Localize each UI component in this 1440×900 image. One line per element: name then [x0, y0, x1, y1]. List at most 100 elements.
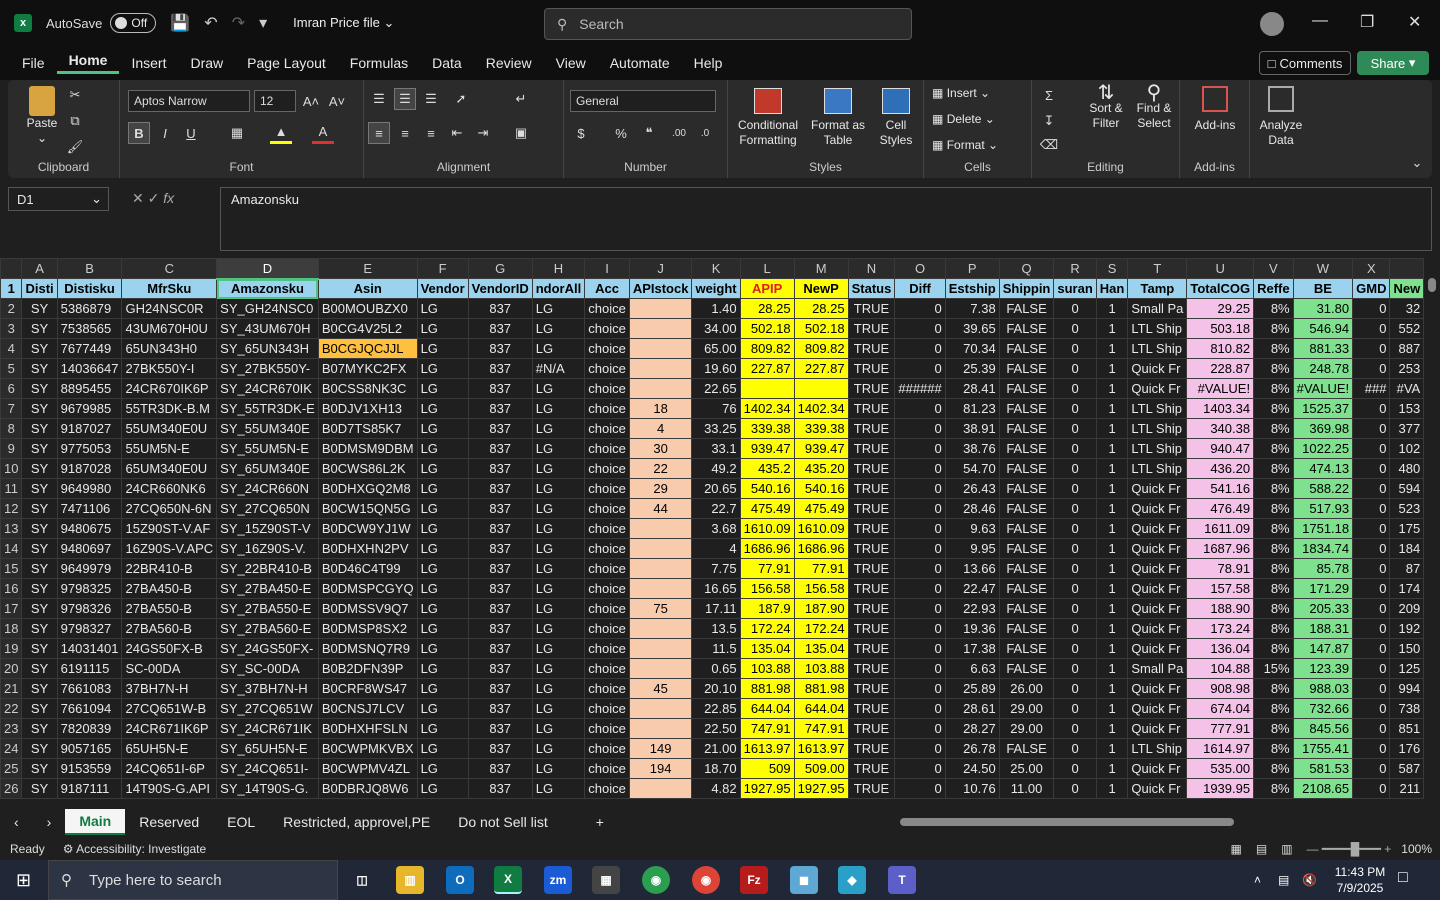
table-cell[interactable]: 192 — [1389, 618, 1424, 639]
row-header[interactable]: 9 — [0, 438, 23, 459]
table-cell[interactable]: 0 — [1053, 718, 1097, 739]
table-cell[interactable]: 8895455 — [56, 378, 123, 399]
table-cell[interactable]: 994 — [1389, 678, 1424, 699]
row-header[interactable]: 1 — [0, 278, 23, 299]
table-cell[interactable]: B0D7TS85K7 — [317, 418, 418, 439]
teams-icon[interactable]: T — [888, 866, 916, 894]
table-cell[interactable]: 30 — [628, 438, 693, 459]
chrome-icon[interactable]: ◉ — [642, 866, 670, 894]
table-cell[interactable]: LG — [416, 458, 469, 479]
table-cell[interactable]: TRUE — [847, 558, 896, 579]
table-cell[interactable]: 0 — [1053, 678, 1097, 699]
table-cell[interactable]: SY_24CR670IK — [216, 378, 319, 399]
table-cell[interactable]: 540.16 — [739, 478, 795, 499]
table-cell[interactable]: choice — [584, 718, 630, 739]
table-cell[interactable]: Quick Fr — [1127, 718, 1188, 739]
table-cell[interactable]: LG — [531, 498, 586, 519]
fill-icon[interactable]: ↧ — [1038, 110, 1060, 132]
table-cell[interactable]: 1610.09 — [739, 518, 795, 539]
table-cell[interactable]: 0 — [1352, 418, 1391, 439]
table-cell[interactable]: 339.38 — [739, 418, 795, 439]
table-cell[interactable]: Quick Fr — [1127, 578, 1188, 599]
table-cell[interactable]: 9679985 — [56, 398, 123, 419]
addins-button[interactable]: Add-ins — [1186, 86, 1244, 133]
table-cell[interactable]: 8% — [1253, 578, 1294, 599]
table-cell[interactable]: 475.49 — [739, 498, 795, 519]
table-cell[interactable]: B0DMSPCGYQ — [317, 578, 418, 599]
table-cell[interactable]: TRUE — [847, 618, 896, 639]
table-cell[interactable]: 135.04 — [793, 638, 849, 659]
column-header[interactable]: F — [416, 258, 469, 279]
table-cell[interactable]: 9775053 — [56, 438, 123, 459]
row-header[interactable]: 7 — [0, 398, 23, 419]
table-cell[interactable]: 0 — [894, 658, 946, 679]
copy-icon[interactable]: ⧉ — [64, 110, 86, 132]
table-cell[interactable]: 644.04 — [793, 698, 849, 719]
align-bottom-icon[interactable]: ☰ — [420, 88, 442, 110]
table-cell[interactable]: SY — [21, 718, 58, 739]
table-cell[interactable]: FALSE — [998, 338, 1055, 359]
table-cell[interactable]: 65UH5N-E — [121, 738, 218, 759]
table-cell[interactable]: 1 — [1095, 338, 1129, 359]
table-cell[interactable]: 1 — [1095, 358, 1129, 379]
table-cell[interactable]: 19.60 — [691, 358, 741, 379]
table-cell[interactable]: #VA — [1389, 378, 1424, 399]
table-cell[interactable]: 44 — [628, 498, 693, 519]
table-cell[interactable]: 18.70 — [691, 758, 741, 779]
table-cell[interactable]: choice — [584, 398, 630, 419]
table-cell[interactable] — [628, 578, 693, 599]
table-cell[interactable]: 517.93 — [1292, 498, 1354, 519]
calculator-icon[interactable]: ▦ — [592, 866, 620, 894]
table-cell[interactable]: 0 — [894, 418, 946, 439]
table-cell[interactable]: 480 — [1389, 458, 1424, 479]
table-cell[interactable]: 227.87 — [793, 358, 849, 379]
table-cell[interactable]: 8% — [1253, 638, 1294, 659]
table-cell[interactable]: TRUE — [847, 758, 896, 779]
table-cell[interactable]: 15Z90ST-V.AF — [121, 518, 218, 539]
table-cell[interactable]: choice — [584, 418, 630, 439]
table-cell[interactable]: 837 — [467, 718, 533, 739]
table-cell[interactable]: 1402.34 — [739, 398, 795, 419]
column-header[interactable]: B — [56, 258, 123, 279]
table-cell[interactable]: 0 — [894, 398, 946, 419]
table-cell[interactable]: 541.16 — [1186, 478, 1255, 499]
table-cell[interactable]: choice — [584, 758, 630, 779]
table-cell[interactable]: Small Pa — [1127, 658, 1188, 679]
table-cell[interactable]: 22.85 — [691, 698, 741, 719]
table-cell[interactable]: B0DMSSV9Q7 — [317, 598, 418, 619]
table-cell[interactable]: 0 — [1352, 558, 1391, 579]
table-cell[interactable]: 85.78 — [1292, 558, 1354, 579]
table-cell[interactable]: 0 — [1352, 498, 1391, 519]
table-cell[interactable]: LG — [531, 518, 586, 539]
table-cell[interactable]: LG — [416, 578, 469, 599]
table-cell[interactable]: 8% — [1253, 358, 1294, 379]
header-cell[interactable]: ndorAll — [531, 278, 586, 299]
header-cell[interactable]: Shippin — [998, 278, 1055, 299]
row-header[interactable]: 14 — [0, 538, 23, 559]
table-cell[interactable]: 172.24 — [793, 618, 849, 639]
sheet-tab-0[interactable]: Main — [65, 809, 126, 835]
table-cell[interactable]: FALSE — [998, 578, 1055, 599]
table-cell[interactable]: 27CQ651W-B — [121, 698, 218, 719]
table-cell[interactable]: B0CG4V25L2 — [317, 318, 418, 339]
table-cell[interactable]: 435.20 — [793, 458, 849, 479]
analyze-data-button[interactable]: Analyze Data — [1254, 86, 1308, 148]
table-cell[interactable]: SY_27BA560-E — [216, 618, 319, 639]
table-cell[interactable]: 20.10 — [691, 678, 741, 699]
table-cell[interactable]: 887 — [1389, 338, 1424, 359]
table-cell[interactable]: 837 — [467, 638, 533, 659]
header-cell[interactable]: GMD — [1352, 278, 1391, 299]
table-cell[interactable]: 1 — [1095, 618, 1129, 639]
table-cell[interactable]: B0DHXGQ2M8 — [317, 478, 418, 499]
table-cell[interactable]: TRUE — [847, 458, 896, 479]
table-cell[interactable]: 674.04 — [1186, 698, 1255, 719]
table-cell[interactable]: SY_24CR671IK — [216, 718, 319, 739]
table-cell[interactable]: 156.58 — [793, 578, 849, 599]
table-cell[interactable]: 503.18 — [1186, 318, 1255, 339]
column-header[interactable]: O — [894, 258, 946, 279]
table-cell[interactable]: choice — [584, 358, 630, 379]
table-cell[interactable]: 187.9 — [739, 598, 795, 619]
table-cell[interactable]: 22.65 — [691, 378, 741, 399]
table-cell[interactable]: 0 — [1352, 538, 1391, 559]
table-cell[interactable]: 18 — [628, 398, 693, 419]
